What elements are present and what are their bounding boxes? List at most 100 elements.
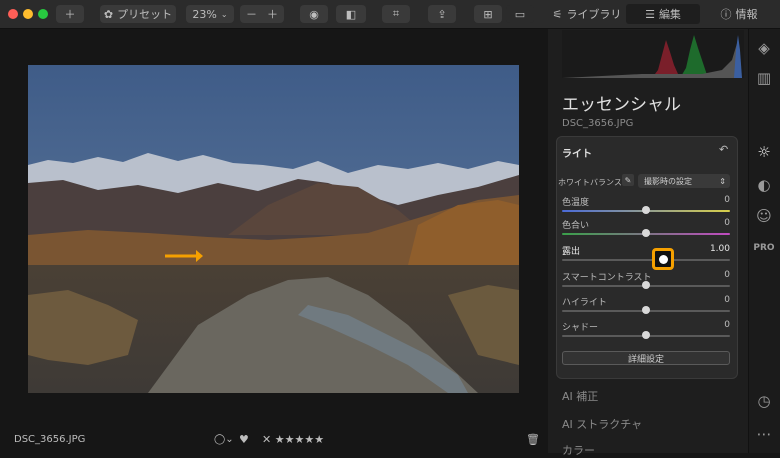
slider-track[interactable] — [562, 259, 730, 261]
menu-ai-structure[interactable]: AI ストラクチャ — [562, 416, 642, 432]
slider-value[interactable]: 0 — [700, 270, 730, 280]
tab-library[interactable]: ⚟ ライブラリ — [550, 4, 624, 24]
history-button[interactable]: ◷ — [754, 391, 774, 411]
grid-icon: ⊞ — [483, 7, 493, 21]
tools-icon: ▥ — [756, 69, 772, 87]
panel-title: エッセンシャル — [562, 95, 681, 115]
tab-edit[interactable]: ☰ 編集 — [626, 4, 700, 24]
star-icon[interactable]: ★ — [304, 433, 314, 446]
clock-icon: ◷ — [757, 392, 771, 410]
menu-color[interactable]: カラー — [562, 442, 595, 458]
slider-knob[interactable] — [642, 331, 650, 339]
photo-preview[interactable] — [28, 65, 519, 393]
exposure-arrow-icon — [163, 248, 203, 267]
crop-icon: ⌗ — [392, 7, 400, 20]
preview-button[interactable]: ◉ — [300, 5, 328, 23]
favorite-button[interactable]: ♥ — [239, 433, 249, 446]
slider-value[interactable]: 0 — [700, 295, 730, 305]
undo-icon: ↶ — [719, 143, 729, 156]
essentials-button[interactable]: ▥ — [754, 68, 774, 88]
sliders-icon: ⚟ — [552, 7, 563, 21]
slider-label: ハイライト — [562, 298, 607, 308]
split-compare-icon: ◧ — [345, 7, 357, 21]
add-button[interactable]: ＋ — [56, 5, 84, 23]
color-tool-button[interactable]: ◐ — [754, 175, 774, 195]
menu-color-label: カラー — [562, 444, 595, 457]
chevron-down-icon: ⌄ — [220, 9, 228, 19]
light-tool-button[interactable]: ☼ — [754, 142, 774, 162]
color-label-button[interactable]: ◯⌄ — [214, 434, 234, 445]
layers-icon: ◈ — [758, 39, 770, 57]
star-icon[interactable]: ★ — [285, 433, 295, 446]
trash-icon: 🗑︎ — [526, 433, 540, 446]
eye-icon: ◉ — [309, 7, 319, 21]
slider-knob[interactable] — [658, 255, 668, 264]
slider-knob[interactable] — [642, 306, 650, 314]
file-name-label: DSC_3656.JPG — [14, 434, 86, 445]
star-icon[interactable]: ★ — [275, 433, 285, 446]
reject-icon[interactable]: ✕ — [262, 433, 271, 446]
pro-tool-button[interactable]: PRO — [753, 238, 775, 258]
menu-ai-structure-label: AI ストラクチャ — [562, 418, 643, 431]
top-toolbar: ＋ ✿ プリセット 23% ⌄ － ＋ ◉ ◧ ⌗ ⇪ ⊞ ▭ ⚟ ライブラリ … — [0, 0, 780, 29]
white-balance-select[interactable]: 撮影時の設定 ⇕ — [638, 174, 730, 188]
slider-label: スマートコントラスト — [562, 273, 652, 283]
slider-knob[interactable] — [642, 229, 650, 237]
arrow-graphic — [165, 250, 203, 262]
panel-file-name: DSC_3656.JPG — [562, 118, 634, 129]
slider-value[interactable]: 1.00 — [700, 244, 730, 254]
zoom-window-button[interactable] — [38, 9, 48, 19]
rating-stars[interactable]: ✕ ★★★★★ — [262, 433, 324, 446]
portrait-tool-button[interactable]: ☺ — [754, 206, 774, 226]
slider-label: シャドー — [562, 323, 599, 333]
slider-label: 色合い — [562, 221, 590, 231]
palette-icon: ◐ — [757, 176, 771, 194]
more-icon: ⋯ — [756, 425, 772, 443]
info-icon: ⓘ — [720, 8, 732, 21]
preset-icon: ✿ — [103, 7, 114, 21]
minus-icon[interactable]: － — [246, 6, 257, 22]
share-button[interactable]: ⇪ — [428, 5, 456, 23]
slider-label: 色温度 — [562, 198, 590, 208]
slider-knob[interactable] — [642, 206, 650, 214]
layers-button[interactable]: ◈ — [754, 38, 774, 58]
crop-button[interactable]: ⌗ — [382, 5, 410, 23]
single-view-button[interactable]: ▭ — [506, 5, 534, 23]
slider-knob[interactable] — [642, 281, 650, 289]
preset-button[interactable]: ✿ プリセット — [100, 5, 176, 23]
tab-info[interactable]: ⓘ 情報 — [702, 4, 776, 24]
plus-icon: ＋ — [64, 8, 76, 21]
section-title: ライト — [562, 149, 592, 160]
single-view-icon: ▭ — [514, 7, 526, 21]
chevron-updown-icon: ⇕ — [719, 176, 726, 186]
zoom-select[interactable]: 23% ⌄ — [186, 5, 234, 23]
menu-ai-enhance-label: AI 補正 — [562, 390, 599, 403]
slider-label: 露出 — [562, 247, 581, 257]
preset-label: プリセット — [117, 8, 173, 21]
star-icon[interactable]: ★ — [314, 433, 324, 446]
eyedropper-button[interactable]: ✎ — [622, 174, 634, 186]
advanced-settings-button[interactable]: 詳細設定 — [562, 351, 730, 365]
close-window-button[interactable] — [8, 9, 18, 19]
tab-library-label: ライブラリ — [566, 8, 622, 21]
slider-value[interactable]: 0 — [700, 320, 730, 330]
face-icon: ☺ — [756, 207, 772, 225]
more-button[interactable]: ⋯ — [754, 424, 774, 444]
menu-ai-enhance[interactable]: AI 補正 — [562, 388, 598, 404]
grid-view-button[interactable]: ⊞ — [474, 5, 502, 23]
star-icon[interactable]: ★ — [294, 433, 304, 446]
minimize-window-button[interactable] — [23, 9, 33, 19]
eyedropper-icon: ✎ — [624, 175, 632, 185]
compare-button[interactable]: ◧ — [336, 5, 366, 23]
trash-button[interactable]: 🗑︎ — [526, 433, 540, 446]
advanced-settings-label: 詳細設定 — [627, 354, 664, 365]
reset-button[interactable]: ↶ — [719, 143, 728, 156]
share-icon: ⇪ — [437, 7, 447, 21]
pro-label: PRO — [753, 243, 775, 253]
slider-value[interactable]: 0 — [700, 195, 730, 205]
color-label-icon: ◯⌄ — [214, 434, 234, 445]
light-section — [556, 136, 738, 379]
slider-value[interactable]: 0 — [700, 218, 730, 228]
plus-icon[interactable]: ＋ — [267, 6, 278, 22]
zoom-stepper[interactable]: － ＋ — [240, 5, 284, 23]
